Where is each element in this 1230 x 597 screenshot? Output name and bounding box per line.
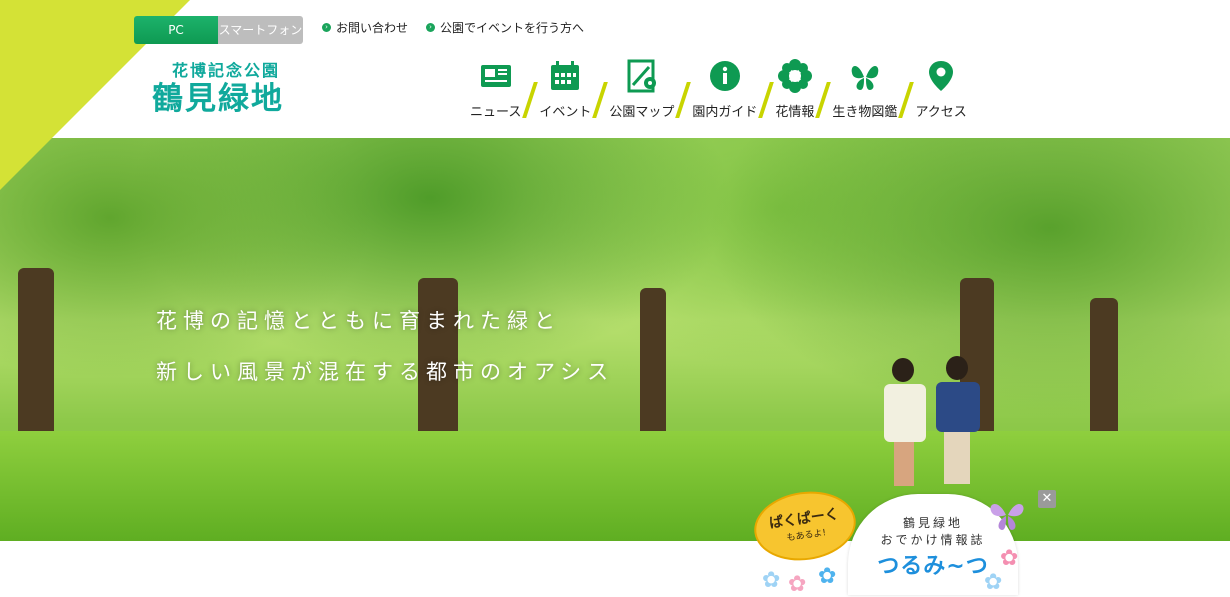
close-promo-button[interactable]: ✕: [1038, 490, 1056, 508]
child-figure: [880, 358, 930, 488]
promo-speech-bubble: ぱくぱーく もあるよ!: [749, 485, 861, 567]
nav-item-creatures[interactable]: 生き物図鑑: [828, 54, 901, 120]
nav-label: ニュース: [470, 105, 522, 120]
nav-item-guide[interactable]: 園内ガイド: [688, 54, 761, 120]
event-organizer-link-label: 公園でイベントを行う方へ: [440, 21, 585, 35]
pc-view-button[interactable]: PC: [134, 16, 218, 44]
magazine-promo-banner[interactable]: 鶴見緑地 おでかけ情報誌 つるみ~つ ぱくぱーく もあるよ! ✿ ✿ ✿ ✿ ✿…: [749, 485, 1056, 597]
contact-link-label: お問い合わせ: [336, 21, 409, 35]
calendar-icon: [551, 61, 580, 90]
lawn: [0, 431, 1230, 541]
hero-line-1: 花博の記憶とともに育まれた緑と: [156, 309, 561, 333]
nav-item-flower[interactable]: 花情報: [771, 54, 818, 120]
nav-divider: [595, 82, 605, 118]
arrow-circle-icon: ›: [322, 23, 331, 32]
site-logo[interactable]: 花博記念公園 鶴見緑地: [152, 57, 300, 117]
promo-line-2: おでかけ情報誌: [880, 533, 986, 547]
butterfly-decoration-icon: [990, 503, 1024, 530]
flower-icon: [777, 59, 812, 93]
hero-catchcopy: 花博の記憶とともに育まれた緑と 新しい風景が混在する都市のオアシス: [156, 296, 614, 398]
hero-image: 花博の記憶とともに育まれた緑と 新しい風景が混在する都市のオアシス: [0, 138, 1230, 541]
info-icon: [709, 61, 740, 91]
flower-decoration-icon: ✿: [1000, 546, 1019, 571]
tree-trunk: [640, 288, 666, 438]
arrow-circle-icon: ›: [426, 23, 436, 32]
butterfly-icon: [851, 66, 879, 90]
nav-divider: [525, 82, 535, 118]
nav-label: 生き物図鑑: [832, 105, 898, 120]
nav-divider: [761, 82, 771, 118]
nav-label: アクセス: [915, 105, 967, 120]
flower-decoration-icon: ✿: [984, 570, 1003, 595]
nav-item-access[interactable]: アクセス: [911, 54, 970, 120]
nav-divider: [678, 82, 688, 118]
logo-title: 鶴見緑地: [152, 81, 284, 117]
contact-link[interactable]: › お問い合わせ: [322, 19, 408, 36]
smartphone-view-button[interactable]: スマートフォン: [218, 16, 303, 44]
nav-label: 公園マップ: [609, 105, 675, 120]
nav-label: 花情報: [775, 105, 815, 120]
tree-trunk: [1090, 298, 1118, 438]
nav-label: イベント: [539, 105, 592, 120]
hero-line-2: 新しい風景が混在する都市のオアシス: [156, 360, 615, 384]
event-organizer-link[interactable]: › 公園でイベントを行う方へ: [426, 19, 584, 36]
nav-item-map[interactable]: 公園マップ: [605, 54, 678, 120]
global-nav: ニュース イベント 公園マップ 園内ガイド 花情報 生き物図鑑 アクセス: [466, 54, 971, 120]
newspaper-icon: [480, 65, 511, 87]
flower-decoration-icon: ✿: [818, 564, 837, 589]
logo-subtitle: 花博記念公園: [171, 61, 280, 80]
nav-divider: [818, 82, 828, 118]
device-switch: PC スマートフォン: [134, 16, 303, 44]
map-icon: [627, 59, 656, 93]
nav-item-event[interactable]: イベント: [535, 54, 595, 120]
nav-divider: [901, 82, 911, 118]
child-figure: [930, 356, 986, 488]
map-pin-icon: [929, 61, 954, 91]
utility-links: › お問い合わせ › 公園でイベントを行う方へ: [322, 19, 584, 36]
flower-decoration-icon: ✿: [788, 572, 807, 597]
nav-label: 園内ガイド: [692, 105, 758, 120]
site-header: PC スマートフォン › お問い合わせ › 公園でイベントを行う方へ 花博記念公…: [0, 0, 1230, 138]
flower-decoration-icon: ✿: [762, 568, 781, 593]
nav-item-news[interactable]: ニュース: [466, 54, 525, 120]
